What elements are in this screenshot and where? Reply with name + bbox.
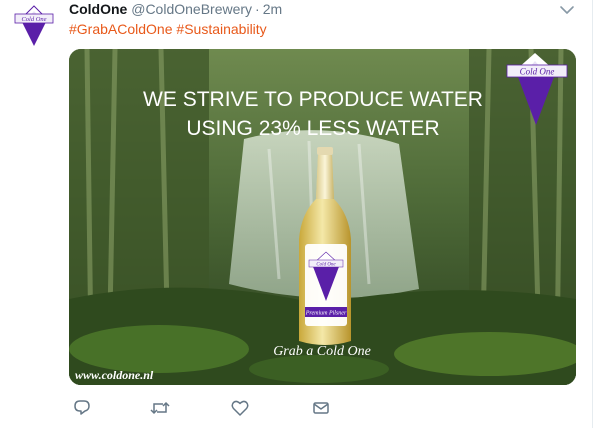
headline-line-2: USING 23% LESS WATER: [186, 117, 439, 140]
reply-icon[interactable]: [72, 398, 94, 418]
tweet-card[interactable]: Cold One ColdOne @ColdOneBrewery · 2m #Gra…: [0, 0, 595, 428]
bottle-logo-text: Cold One: [316, 263, 336, 268]
headline-line-1: WE STRIVE TO PRODUCE WATER: [143, 88, 483, 111]
hashtag-sustainability[interactable]: #Sustainability: [176, 21, 266, 37]
timestamp[interactable]: 2m: [263, 1, 282, 17]
author-handle[interactable]: @ColdOneBrewery: [131, 1, 252, 17]
chevron-down-icon[interactable]: [558, 3, 576, 17]
retweet-icon[interactable]: [149, 398, 171, 418]
like-icon[interactable]: [230, 398, 252, 418]
website-text: www.coldone.nl: [75, 368, 154, 382]
bottle-variety-text: Premium Pilsner: [305, 311, 347, 317]
separator-dot: ·: [255, 1, 260, 17]
avatar-logo-text: Cold One: [21, 16, 46, 23]
divider: [592, 0, 593, 428]
tagline: Grab a Cold One: [273, 344, 371, 359]
avatar[interactable]: Cold One: [11, 2, 57, 48]
corner-logo-text: Cold One: [520, 67, 555, 77]
author-name[interactable]: ColdOne: [69, 1, 127, 17]
tweet-header: ColdOne @ColdOneBrewery · 2m: [69, 0, 282, 18]
hashtag-grabacoldone[interactable]: #GrabAColdOne: [69, 21, 173, 37]
message-icon[interactable]: [311, 398, 333, 418]
tweet-text: #GrabAColdOne #Sustainability: [69, 20, 267, 38]
tweet-media-image[interactable]: WE STRIVE TO PRODUCE WATER USING 23% LES…: [69, 49, 576, 385]
coldone-logo: Cold One: [14, 5, 54, 46]
